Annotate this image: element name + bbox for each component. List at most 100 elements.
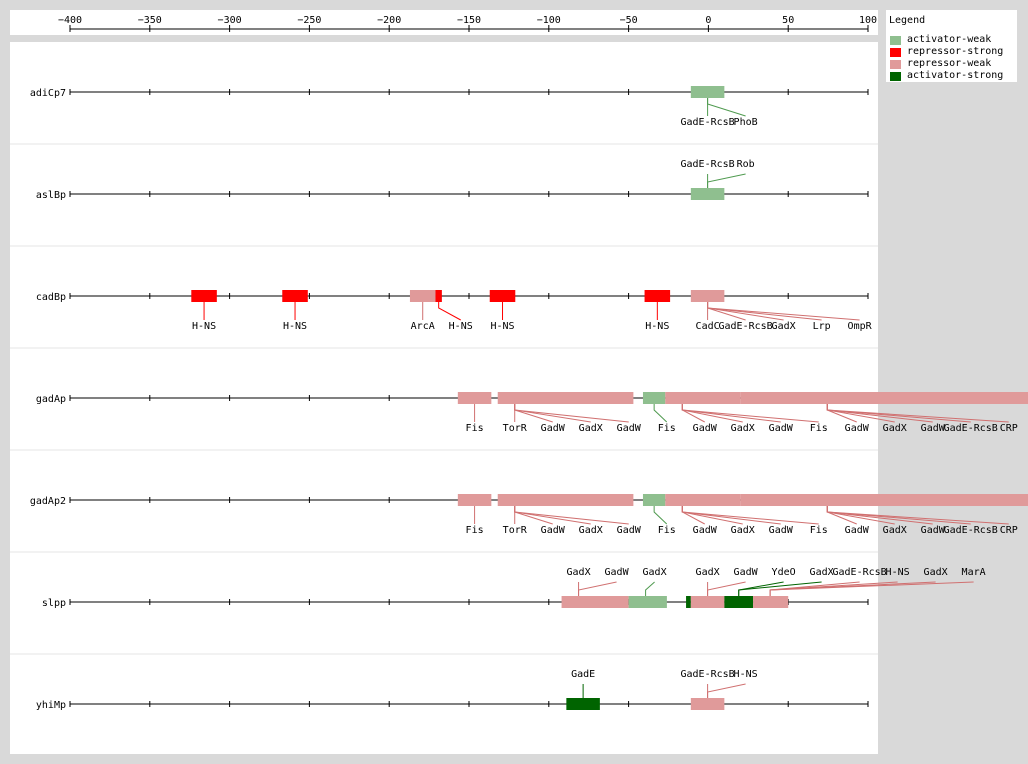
site-label: GadE-RcsB — [944, 423, 998, 434]
site-connector — [707, 302, 860, 321]
site-label: OmpR — [848, 321, 873, 332]
site-label: Lrp — [813, 321, 831, 332]
binding-site — [818, 494, 837, 506]
site-label: GadX — [579, 423, 603, 434]
site-label: GadW — [921, 423, 946, 434]
binding-site — [665, 494, 741, 506]
site-label: GadE-RcsB — [833, 567, 887, 578]
site-connector — [707, 98, 746, 117]
promoter-name: gadAp — [36, 394, 66, 405]
site-connector — [707, 683, 746, 698]
promoter-name: aslBp — [36, 190, 66, 201]
binding-site — [644, 290, 671, 302]
site-label: ArcA — [411, 321, 435, 332]
site-label: GadX — [883, 525, 907, 536]
binding-site — [457, 392, 492, 404]
binding-site — [818, 392, 837, 404]
binding-site — [497, 494, 634, 506]
site-label: GadW — [541, 423, 566, 434]
site-connector — [681, 506, 705, 525]
site-label: H-NS — [886, 567, 910, 578]
site-label: H-NS — [192, 321, 216, 332]
binding-site — [489, 290, 516, 302]
axis-tick-label: 0 — [705, 15, 711, 26]
site-label: Fis — [810, 423, 828, 434]
site-label: GadW — [693, 423, 718, 434]
site-connector — [653, 404, 668, 423]
promoter-name: adiCp7 — [30, 88, 66, 99]
site-label: GadX — [731, 525, 755, 536]
site-label: PhoB — [734, 117, 758, 128]
binding-site — [724, 596, 754, 608]
binding-site — [690, 698, 725, 710]
site-label: Fis — [658, 525, 676, 536]
binding-site — [561, 596, 629, 608]
promoter-name: cadBp — [36, 292, 66, 303]
binding-site — [628, 596, 667, 608]
site-label: Fis — [810, 525, 828, 536]
axis-tick-label: −350 — [138, 15, 162, 26]
site-label: GadX — [883, 423, 907, 434]
site-label: GadX — [567, 567, 591, 578]
axis-tick-label: −50 — [620, 15, 638, 26]
site-label: GadX — [696, 567, 720, 578]
site-connector — [653, 506, 668, 525]
site-connector — [707, 581, 746, 596]
site-label: GadX — [579, 525, 603, 536]
site-connector — [707, 173, 746, 188]
site-connector — [681, 506, 819, 525]
site-label: GadX — [643, 567, 667, 578]
binding-site — [435, 290, 442, 302]
axis-tick-label: −150 — [457, 15, 481, 26]
site-label: GadE — [571, 669, 595, 680]
binding-site — [753, 596, 789, 608]
site-label: GadX — [772, 321, 796, 332]
site-label: Fis — [466, 423, 484, 434]
site-connector — [681, 404, 705, 423]
axis-tick-label: 50 — [782, 15, 794, 26]
site-connector — [514, 506, 591, 525]
site-label: TorR — [503, 423, 528, 434]
axis-tick-label: −200 — [377, 15, 401, 26]
binding-site — [740, 392, 1028, 404]
site-label: H-NS — [490, 321, 514, 332]
site-label: GadW — [769, 423, 794, 434]
site-label: H-NS — [449, 321, 473, 332]
site-label: GadW — [845, 423, 870, 434]
site-label: Fis — [466, 525, 484, 536]
axis-tick-label: 100 — [859, 15, 877, 26]
binding-site — [740, 494, 1028, 506]
binding-site — [409, 290, 436, 302]
site-label: GadE-RcsB — [944, 525, 998, 536]
promoter-name: slpp — [42, 598, 66, 609]
site-label: H-NS — [645, 321, 669, 332]
promoter-name: yhiMp — [36, 700, 66, 711]
site-label: GadW — [845, 525, 870, 536]
site-label: CRP — [1000, 423, 1018, 434]
site-connector — [645, 581, 655, 596]
site-label: CadC — [696, 321, 720, 332]
binding-site — [566, 698, 600, 710]
site-label: GadW — [617, 525, 642, 536]
site-label: Rob — [737, 159, 755, 170]
site-connector — [514, 404, 591, 423]
site-label: GadX — [810, 567, 834, 578]
binding-site — [191, 290, 217, 302]
site-connector — [578, 581, 617, 596]
site-label: Fis — [658, 423, 676, 434]
site-label: GadE-RcsB — [681, 669, 735, 680]
promoter-name: gadAp2 — [30, 496, 66, 507]
site-label: GadW — [921, 525, 946, 536]
site-label: GadW — [541, 525, 566, 536]
site-connector — [438, 302, 461, 321]
binding-site — [642, 392, 666, 404]
site-label: GadW — [769, 525, 794, 536]
axis-tick-label: −300 — [218, 15, 242, 26]
axis-tick-label: −400 — [58, 15, 82, 26]
binding-site — [282, 290, 308, 302]
binding-site — [690, 290, 725, 302]
site-label: GadE-RcsB — [681, 159, 735, 170]
binding-site — [642, 494, 666, 506]
axis-tick-label: −100 — [537, 15, 561, 26]
axis-tick-label: −250 — [297, 15, 321, 26]
